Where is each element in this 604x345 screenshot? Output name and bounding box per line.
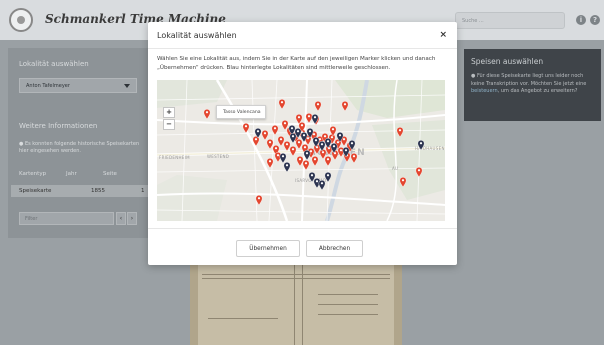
dishes-panel: Speisen auswählen ● Für diese Speisekart… bbox=[464, 49, 601, 121]
location-map[interactable]: + − FRIEDENHEIM WESTEND MÜNCHEN ISARVORS… bbox=[157, 80, 445, 221]
map-base bbox=[157, 80, 445, 221]
dishes-panel-text: ● Für diese Speisekarte liegt uns leider… bbox=[471, 73, 596, 96]
menu-scan-paper bbox=[198, 264, 394, 345]
location-select[interactable]: Anton Tafelmeyer bbox=[19, 78, 137, 93]
search-input[interactable]: Suche ... bbox=[455, 12, 565, 29]
dishes-panel-title: Speisen auswählen bbox=[471, 57, 544, 66]
scan-line bbox=[302, 264, 303, 345]
pager-prev-button[interactable]: ‹ bbox=[116, 212, 126, 225]
pager-next-button[interactable]: › bbox=[127, 212, 137, 225]
scan-line bbox=[202, 274, 390, 275]
left-panel: Lokalität auswählen Anton Tafelmeyer Wei… bbox=[8, 48, 148, 238]
help-icon[interactable]: ? bbox=[590, 15, 600, 25]
modal-header: Lokalität auswählen × bbox=[148, 22, 457, 49]
dishes-text-before: Für diese Speisekarte liegt uns leider n… bbox=[471, 73, 587, 87]
cell-page: 1 bbox=[141, 188, 145, 194]
modal-footer: Übernehmen Abbrechen bbox=[148, 228, 457, 265]
scan-line bbox=[202, 278, 390, 279]
map-label-westend: WESTEND bbox=[207, 154, 230, 159]
cell-year: 1855 bbox=[91, 188, 105, 194]
contribute-link[interactable]: beisteuern bbox=[471, 88, 498, 94]
location-modal: Lokalität auswählen × Wählen Sie eine Lo… bbox=[148, 22, 457, 265]
chevron-down-icon bbox=[124, 84, 130, 88]
info-icon[interactable]: i bbox=[576, 15, 586, 25]
dishes-text-after: , um das Angebot zu erweitern? bbox=[497, 88, 578, 94]
zoom-in-button[interactable]: + bbox=[163, 107, 175, 118]
modal-description: Wählen Sie eine Lokalität aus, indem Sie… bbox=[157, 56, 436, 71]
column-header-type[interactable]: Kartentyp bbox=[19, 171, 46, 177]
map-label-friedenheim: FRIEDENHEIM bbox=[159, 155, 190, 160]
column-header-year[interactable]: Jahr bbox=[66, 171, 77, 177]
close-icon[interactable]: × bbox=[439, 30, 447, 40]
column-header-page[interactable]: Seite bbox=[103, 171, 117, 177]
info-text-body: Es konnten folgende historische Speiseka… bbox=[19, 141, 140, 154]
confirm-button[interactable]: Übernehmen bbox=[236, 240, 300, 257]
scan-line bbox=[318, 304, 378, 305]
zoom-out-button[interactable]: − bbox=[163, 119, 175, 130]
scan-line bbox=[208, 318, 278, 319]
location-heading: Lokalität auswählen bbox=[19, 60, 89, 68]
app-logo[interactable] bbox=[9, 8, 33, 32]
cell-type: Speisekarte bbox=[19, 188, 52, 194]
table-row[interactable]: Speisekarte 1855 1 bbox=[11, 185, 148, 197]
cancel-button[interactable]: Abbrechen bbox=[306, 240, 363, 257]
scan-line bbox=[318, 294, 378, 295]
more-info-heading: Weitere Informationen bbox=[19, 122, 98, 130]
scan-line bbox=[318, 314, 378, 315]
menu-scan-image bbox=[190, 264, 402, 345]
marker-tooltip: Tasso Valencana bbox=[216, 105, 266, 119]
location-select-value: Anton Tafelmeyer bbox=[26, 83, 70, 89]
scan-line bbox=[294, 264, 295, 345]
filter-input[interactable]: Filter bbox=[19, 212, 114, 225]
map-label-au: AU bbox=[392, 166, 399, 171]
info-text: ● Es konnten folgende historische Speise… bbox=[19, 141, 144, 155]
modal-title: Lokalität auswählen bbox=[157, 31, 237, 40]
